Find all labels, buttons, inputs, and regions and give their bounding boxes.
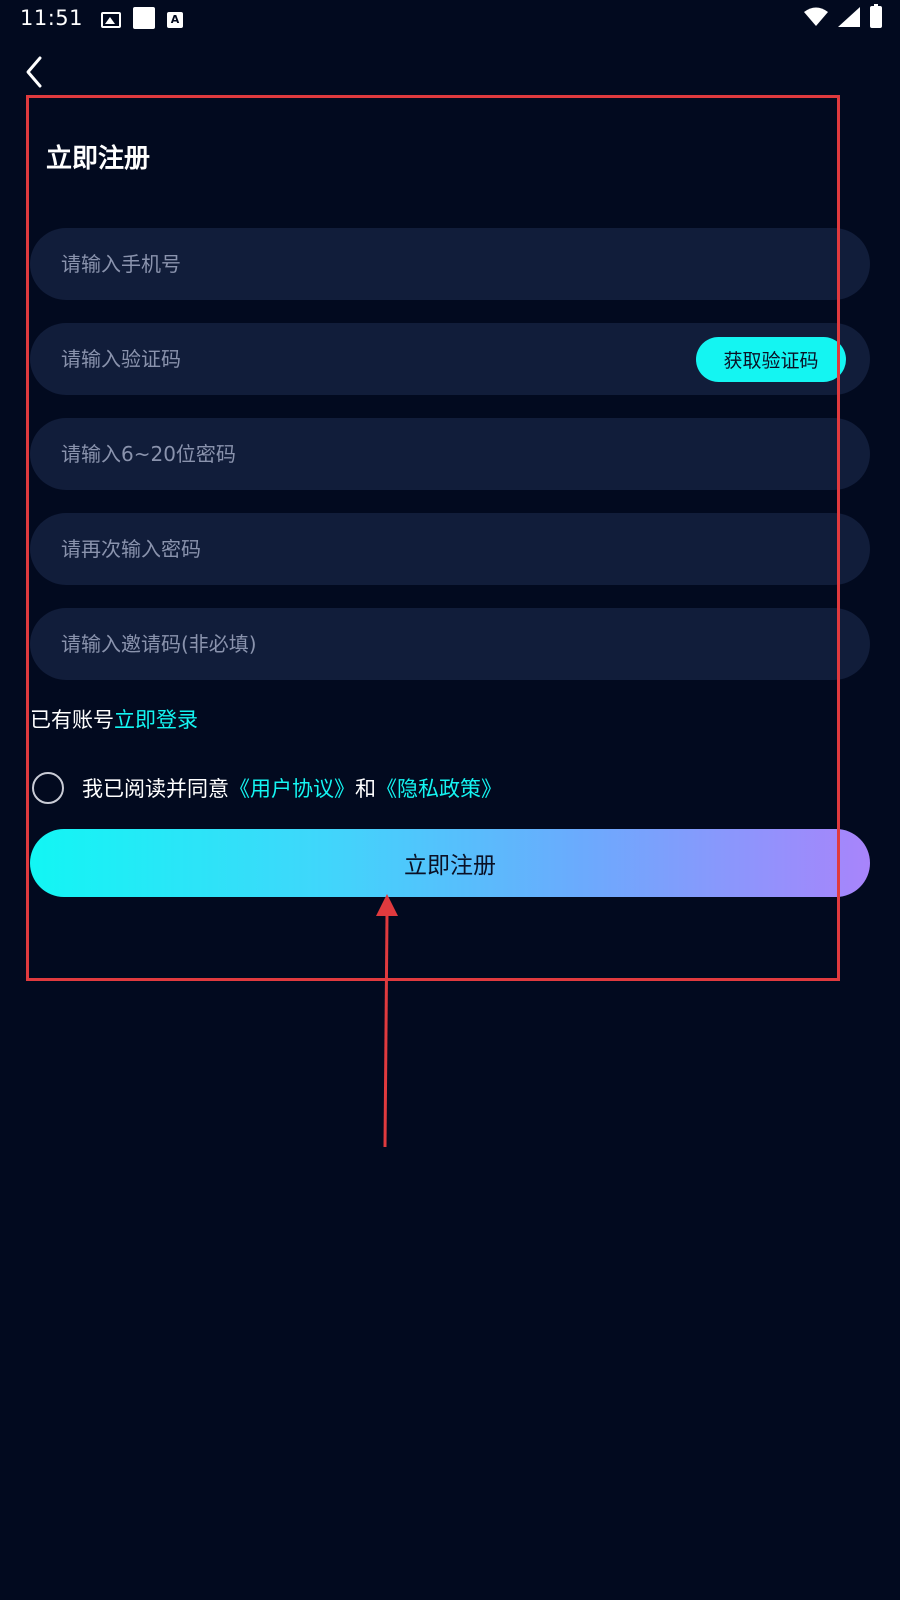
- a-icon: A: [167, 11, 184, 28]
- agree-label: 我已阅读并同意: [82, 777, 229, 801]
- has-account-text: 已有账号: [30, 708, 114, 732]
- password-input[interactable]: [30, 418, 870, 490]
- phone-input[interactable]: [30, 228, 870, 300]
- image-icon: [101, 11, 122, 28]
- and-text: 和: [355, 777, 376, 801]
- annotation-arrow: [376, 894, 398, 1148]
- phone-field: [30, 228, 870, 300]
- page-title: 立即注册: [46, 144, 151, 174]
- login-line: 已有账号立即登录: [30, 704, 198, 734]
- privacy-policy-link[interactable]: 《隐私政策》: [376, 777, 502, 801]
- square-icon: [133, 7, 156, 29]
- battery-icon: [870, 4, 882, 28]
- get-code-button[interactable]: 获取验证码: [696, 337, 846, 382]
- invite-field: [30, 608, 870, 680]
- register-button[interactable]: 立即注册: [30, 829, 870, 897]
- confirm-password-input[interactable]: [30, 513, 870, 585]
- chevron-left-icon: [26, 56, 42, 88]
- status-time: 11:51: [20, 6, 84, 30]
- password-field: [30, 418, 870, 490]
- back-button[interactable]: [18, 52, 52, 92]
- user-agreement-link[interactable]: 《用户协议》: [229, 777, 355, 801]
- status-right: [804, 4, 882, 28]
- code-field: 获取验证码: [30, 323, 870, 395]
- login-link[interactable]: 立即登录: [114, 708, 198, 732]
- wifi-icon: [804, 7, 828, 26]
- agreement-text: 我已阅读并同意《用户协议》和《隐私政策》: [82, 773, 502, 803]
- invite-input[interactable]: [30, 608, 870, 680]
- register-screen: 11:51 A 立即注册 获取验证码 已有: [0, 0, 900, 1600]
- signal-icon: [838, 7, 860, 27]
- status-bar: 11:51 A: [0, 0, 900, 36]
- confirm-password-field: [30, 513, 870, 585]
- agreement-row: 我已阅读并同意《用户协议》和《隐私政策》: [32, 772, 502, 804]
- agree-radio[interactable]: [32, 772, 64, 804]
